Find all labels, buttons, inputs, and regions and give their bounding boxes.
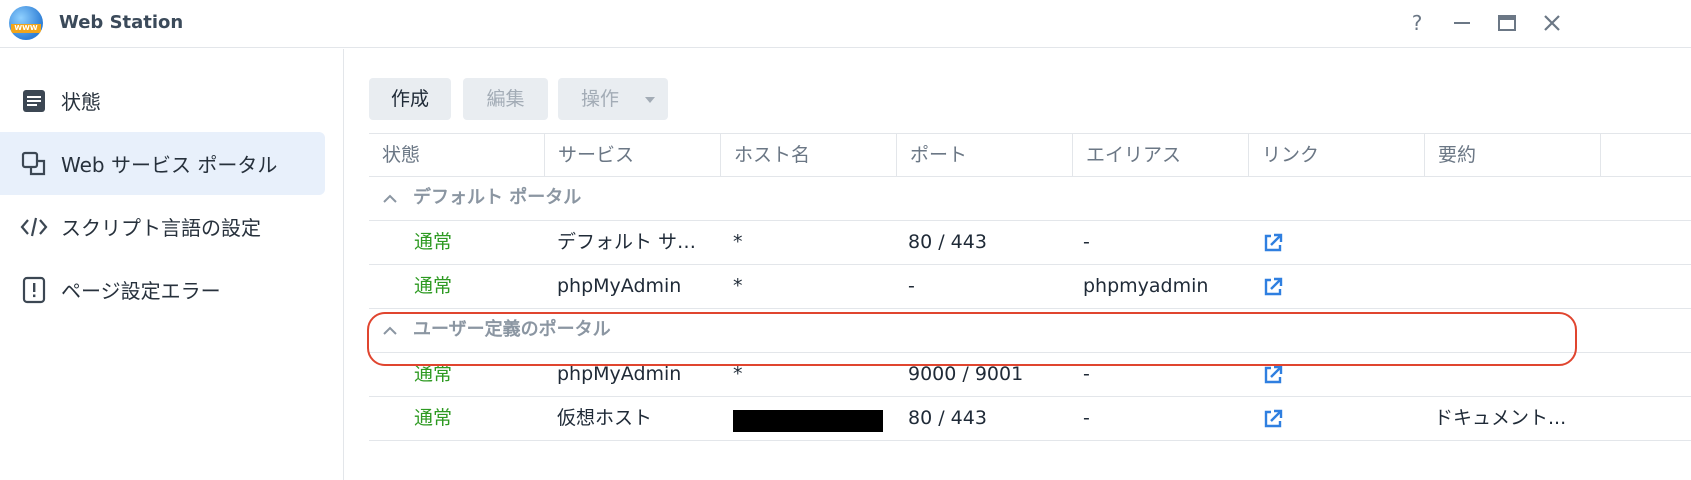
column-header-link[interactable]: リンク: [1249, 134, 1425, 176]
main-panel: 作成 編集 操作 状態 サービス ホスト名 ポート エイリアス リンク 要約 デ…: [345, 49, 1691, 480]
logo-band: WWW: [11, 24, 41, 33]
portal-icon: [19, 149, 49, 179]
summary-cell: [1434, 265, 1584, 308]
port-cell: 80 / 443: [908, 407, 987, 429]
code-icon: [19, 212, 49, 242]
column-header-port[interactable]: ポート: [897, 134, 1073, 176]
summary-cell: ドキュメント...: [1434, 407, 1567, 429]
table-row[interactable]: 通常 デフォルト サー... * 80 / 443 -: [369, 221, 1691, 265]
close-button[interactable]: [1539, 10, 1565, 36]
create-button[interactable]: 作成: [369, 78, 451, 120]
action-label: 操作: [581, 88, 620, 110]
redacted-hostname: [733, 410, 883, 432]
caret-down-icon: [645, 97, 655, 103]
column-header-summary[interactable]: 要約: [1425, 134, 1601, 176]
column-header-alias[interactable]: エイリアス: [1073, 134, 1249, 176]
sidebar-item-label: Web サービス ポータル: [61, 153, 278, 177]
table-header: 状態 サービス ホスト名 ポート エイリアス リンク 要約: [369, 133, 1691, 177]
column-header-hostname[interactable]: ホスト名: [721, 134, 897, 176]
summary-cell: [1434, 221, 1584, 264]
column-header-status[interactable]: 状態: [369, 134, 545, 176]
maximize-button[interactable]: [1494, 10, 1520, 36]
title-bar: WWW Web Station ?: [0, 0, 1691, 48]
sidebar-item-error-page[interactable]: ページ設定エラー: [0, 258, 325, 321]
status-cell: 通常: [414, 231, 453, 253]
app-title: Web Station: [59, 12, 184, 33]
status-cell: 通常: [414, 407, 453, 429]
web-station-logo-icon: WWW: [9, 6, 43, 40]
external-link-icon[interactable]: [1262, 276, 1284, 298]
service-cell: 仮想ホスト: [557, 407, 653, 429]
edit-button[interactable]: 編集: [463, 78, 548, 120]
port-cell: -: [908, 275, 915, 297]
column-header-service[interactable]: サービス: [545, 134, 721, 176]
alias-cell: phpmyadmin: [1083, 275, 1209, 297]
external-link-icon[interactable]: [1262, 232, 1284, 254]
help-button[interactable]: ?: [1404, 10, 1430, 36]
chevron-up-icon: [383, 194, 397, 203]
sidebar: 状態 Web サービス ポータル スクリプト言語の設定 ページ設定エラー: [0, 49, 344, 480]
alias-cell: -: [1083, 407, 1090, 429]
sidebar-item-web-service-portal[interactable]: Web サービス ポータル: [0, 132, 325, 195]
minimize-icon: [1454, 22, 1470, 24]
sidebar-item-label: ページ設定エラー: [61, 279, 221, 303]
service-cell: phpMyAdmin: [557, 275, 682, 297]
status-cell: 通常: [414, 275, 453, 297]
hostname-cell: *: [733, 231, 743, 253]
sidebar-item-label: スクリプト言語の設定: [61, 216, 261, 240]
service-cell: デフォルト サー...: [557, 231, 712, 253]
group-title: デフォルト ポータル: [413, 187, 582, 208]
table-row[interactable]: 通常 仮想ホスト 80 / 443 - ドキュメント...: [369, 397, 1691, 441]
hostname-cell: *: [733, 275, 743, 297]
error-page-icon: [19, 275, 49, 305]
minimize-button[interactable]: [1449, 10, 1475, 36]
table-row[interactable]: 通常 phpMyAdmin * - phpmyadmin: [369, 265, 1691, 309]
group-header-default-portal[interactable]: デフォルト ポータル: [369, 177, 1691, 221]
external-link-icon[interactable]: [1262, 364, 1284, 386]
action-dropdown-button[interactable]: 操作: [558, 78, 668, 120]
sidebar-item-script-language[interactable]: スクリプト言語の設定: [0, 195, 325, 258]
sidebar-item-status[interactable]: 状態: [0, 69, 325, 132]
highlight-annotation: [367, 312, 1577, 366]
status-list-icon: [19, 86, 49, 116]
close-icon: [1544, 15, 1560, 31]
alias-cell: -: [1083, 231, 1090, 253]
external-link-icon[interactable]: [1262, 408, 1284, 430]
maximize-icon: [1498, 15, 1516, 31]
port-cell: 80 / 443: [908, 231, 987, 253]
sidebar-item-label: 状態: [61, 90, 101, 114]
